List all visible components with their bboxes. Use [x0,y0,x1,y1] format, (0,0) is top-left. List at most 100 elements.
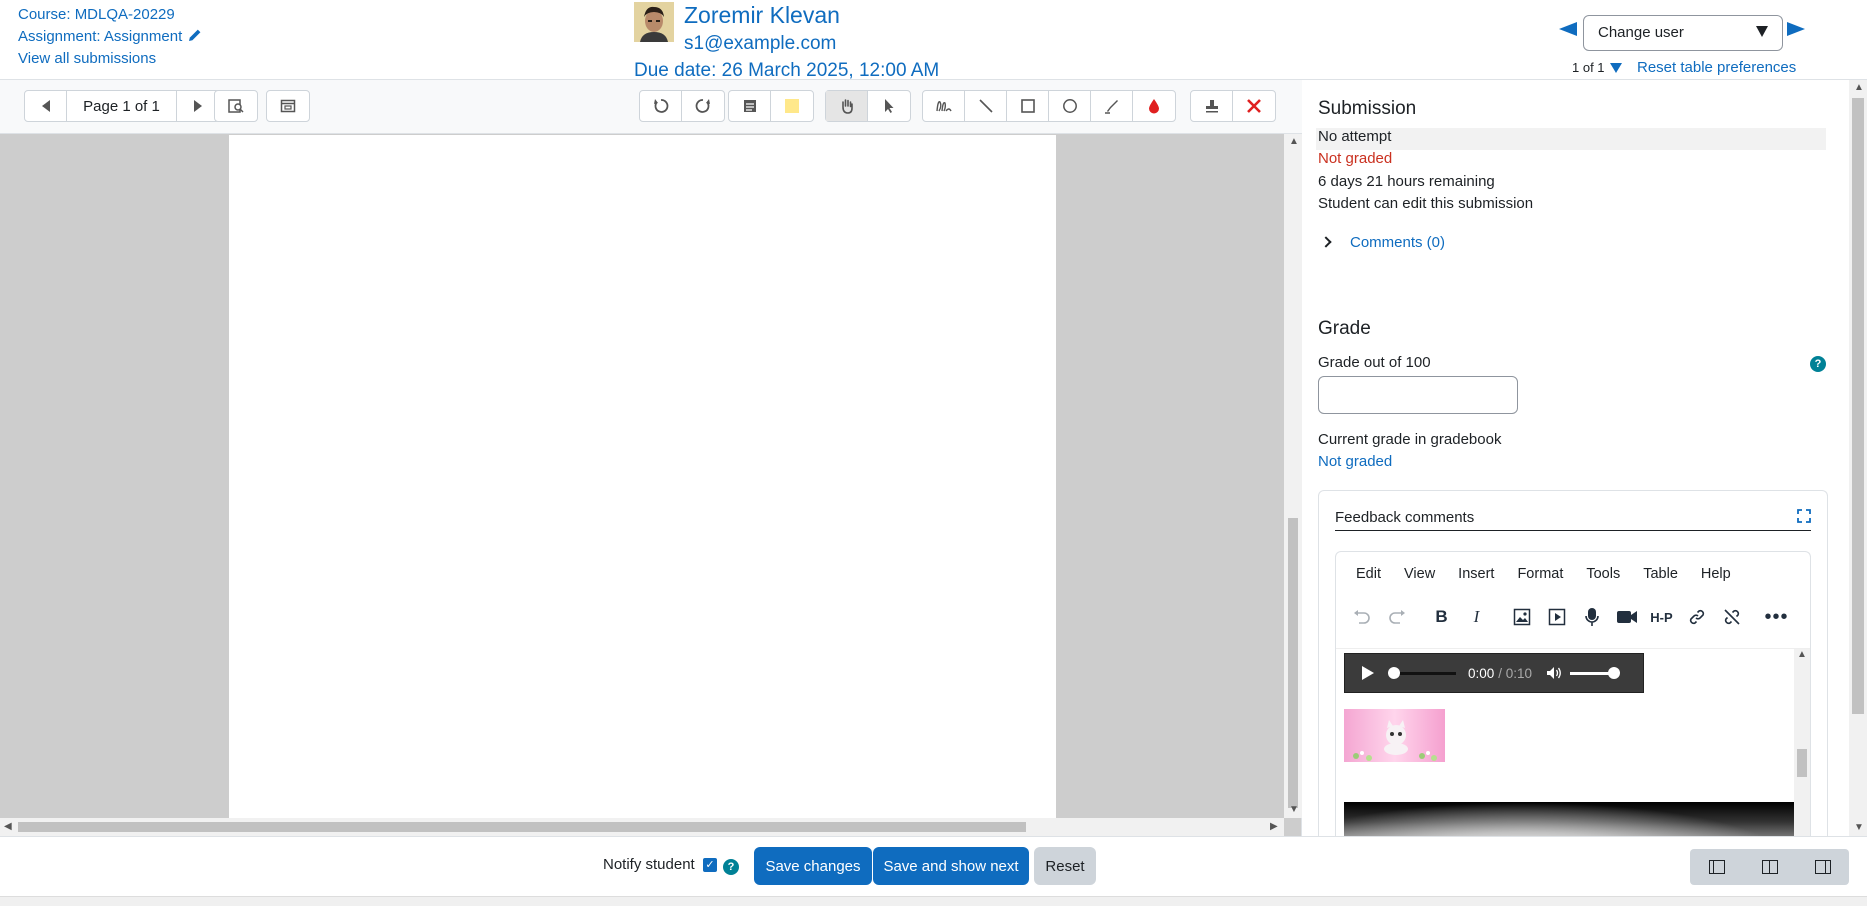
audio-progress-knob[interactable] [1388,666,1400,679]
next-page-button[interactable] [177,91,219,121]
fullscreen-icon[interactable] [1797,509,1811,523]
editor-content[interactable]: 0:00 / 0:10 ▲ [1336,648,1810,838]
submission-heading: Submission [1318,98,1417,119]
notify-student-checkbox[interactable]: ✓ [703,858,717,872]
split-view-icon [1761,860,1778,874]
menu-insert[interactable]: Insert [1458,566,1494,582]
volume-slider[interactable] [1570,666,1621,679]
change-user-label: Change user [1598,24,1684,41]
scroll-thumb[interactable] [1797,749,1807,777]
user-email[interactable]: s1@example.com [684,33,836,55]
link-icon[interactable] [1679,602,1714,632]
layout-default-button[interactable] [1743,849,1796,885]
change-user-select[interactable]: Change user [1583,15,1783,51]
viewer-vertical-scrollbar[interactable]: ▲ ▼ [1284,134,1302,818]
avatar[interactable] [634,2,674,42]
audio-player[interactable]: 0:00 / 0:10 [1344,653,1644,693]
search-comments-icon[interactable] [215,91,257,121]
pen-icon[interactable] [923,91,965,121]
viewer-horizontal-scrollbar[interactable]: ◀ ▶ [0,818,1284,836]
scroll-left-icon[interactable]: ◀ [4,821,12,832]
grade-input[interactable] [1318,376,1518,414]
help-icon[interactable]: ? [1810,356,1826,372]
scroll-down-icon[interactable]: ▼ [1854,822,1864,833]
user-name[interactable]: Zoremir Klevan [684,2,840,29]
feedback-comments-section: Feedback comments Edit View Insert Forma… [1318,490,1828,838]
colour-drop-icon[interactable] [1133,91,1175,121]
rotate-group [639,90,725,122]
bold-icon[interactable]: B [1424,602,1459,632]
select-arrow-icon[interactable] [868,91,910,121]
h5p-icon[interactable]: H-P [1644,602,1679,632]
collapse-review-icon [1708,860,1725,874]
italic-icon[interactable]: I [1459,602,1494,632]
scroll-up-icon[interactable]: ▲ [1289,136,1299,147]
panel-scrollbar[interactable]: ▲ ▼ [1849,80,1867,836]
oval-icon[interactable] [1049,91,1091,121]
layout-grade-only-button[interactable] [1690,849,1743,885]
menu-tools[interactable]: Tools [1586,566,1620,582]
pan-hand-icon[interactable] [826,91,868,121]
scroll-up-icon[interactable]: ▲ [1797,649,1807,660]
image-icon[interactable] [1504,602,1539,632]
delete-icon[interactable] [1233,91,1275,121]
scroll-thumb[interactable] [1852,98,1864,714]
embedded-image-kitten[interactable] [1344,709,1445,762]
scroll-thumb[interactable] [18,822,1026,832]
media-icon[interactable] [1539,602,1574,632]
rotate-left-icon[interactable] [640,91,682,121]
rectangle-icon[interactable] [1007,91,1049,121]
save-changes-button[interactable]: Save changes [754,847,872,885]
pencil-icon[interactable] [188,28,202,42]
menu-help[interactable]: Help [1701,566,1731,582]
comments-toggle[interactable]: Comments (0) [1320,234,1445,251]
edit-status: Student can edit this submission [1318,195,1534,212]
previous-page-button[interactable] [25,91,67,121]
pdf-editor: Page 1 of 1 ▲ ▼ ◀ ▶ [0,80,1302,836]
play-icon[interactable] [1362,666,1374,680]
reset-button[interactable]: Reset [1034,847,1096,885]
expand-collapse-icon[interactable] [267,91,309,121]
record-audio-icon[interactable] [1574,602,1609,632]
page-indicator[interactable]: Page 1 of 1 [67,91,177,121]
volume-icon[interactable] [1546,665,1562,681]
line-icon[interactable] [965,91,1007,121]
editor-scrollbar[interactable]: ▲ [1794,649,1810,838]
menu-table[interactable]: Table [1643,566,1678,582]
volume-knob[interactable] [1608,666,1621,679]
menu-format[interactable]: Format [1517,566,1563,582]
assignment-link[interactable]: Assignment: Assignment [18,28,182,45]
record-video-icon[interactable] [1609,602,1644,632]
more-icon[interactable]: ••• [1759,602,1794,632]
comments-link[interactable]: Comments (0) [1350,234,1445,251]
chevron-right-icon [1320,236,1332,248]
current-grade-link[interactable]: Not graded [1318,453,1392,470]
unlink-icon[interactable] [1714,602,1749,632]
view-all-submissions-link[interactable]: View all submissions [18,50,156,67]
highlight-icon[interactable] [1091,91,1133,121]
reset-table-preferences-link[interactable]: Reset table preferences [1637,59,1796,76]
comment-color-icon[interactable] [771,91,813,121]
stamp-icon[interactable] [1191,91,1233,121]
comment-icon[interactable] [729,91,771,121]
save-and-show-next-button[interactable]: Save and show next [873,847,1029,885]
help-icon[interactable]: ? [723,859,739,875]
undo-icon[interactable] [1344,602,1379,632]
scroll-up-icon[interactable]: ▲ [1854,82,1864,93]
scroll-down-icon[interactable]: ▼ [1289,804,1299,815]
menu-edit[interactable]: Edit [1356,566,1381,582]
rotate-right-icon[interactable] [682,91,724,121]
redo-icon[interactable] [1379,602,1414,632]
pdf-page[interactable] [229,135,1056,819]
audio-progress[interactable] [1388,666,1456,679]
embedded-image-gradient[interactable] [1344,802,1794,838]
menu-view[interactable]: View [1404,566,1435,582]
grade-panel: Submission No attempt Not graded 6 days … [1302,80,1867,838]
next-user-icon[interactable] [1787,22,1805,36]
previous-user-icon[interactable] [1559,22,1577,36]
filter-icon[interactable] [1610,63,1622,73]
layout-review-only-button[interactable] [1796,849,1849,885]
course-link[interactable]: Course: MDLQA-20229 [18,6,175,23]
scroll-thumb[interactable] [1288,518,1298,808]
scroll-right-icon[interactable]: ▶ [1270,821,1278,832]
